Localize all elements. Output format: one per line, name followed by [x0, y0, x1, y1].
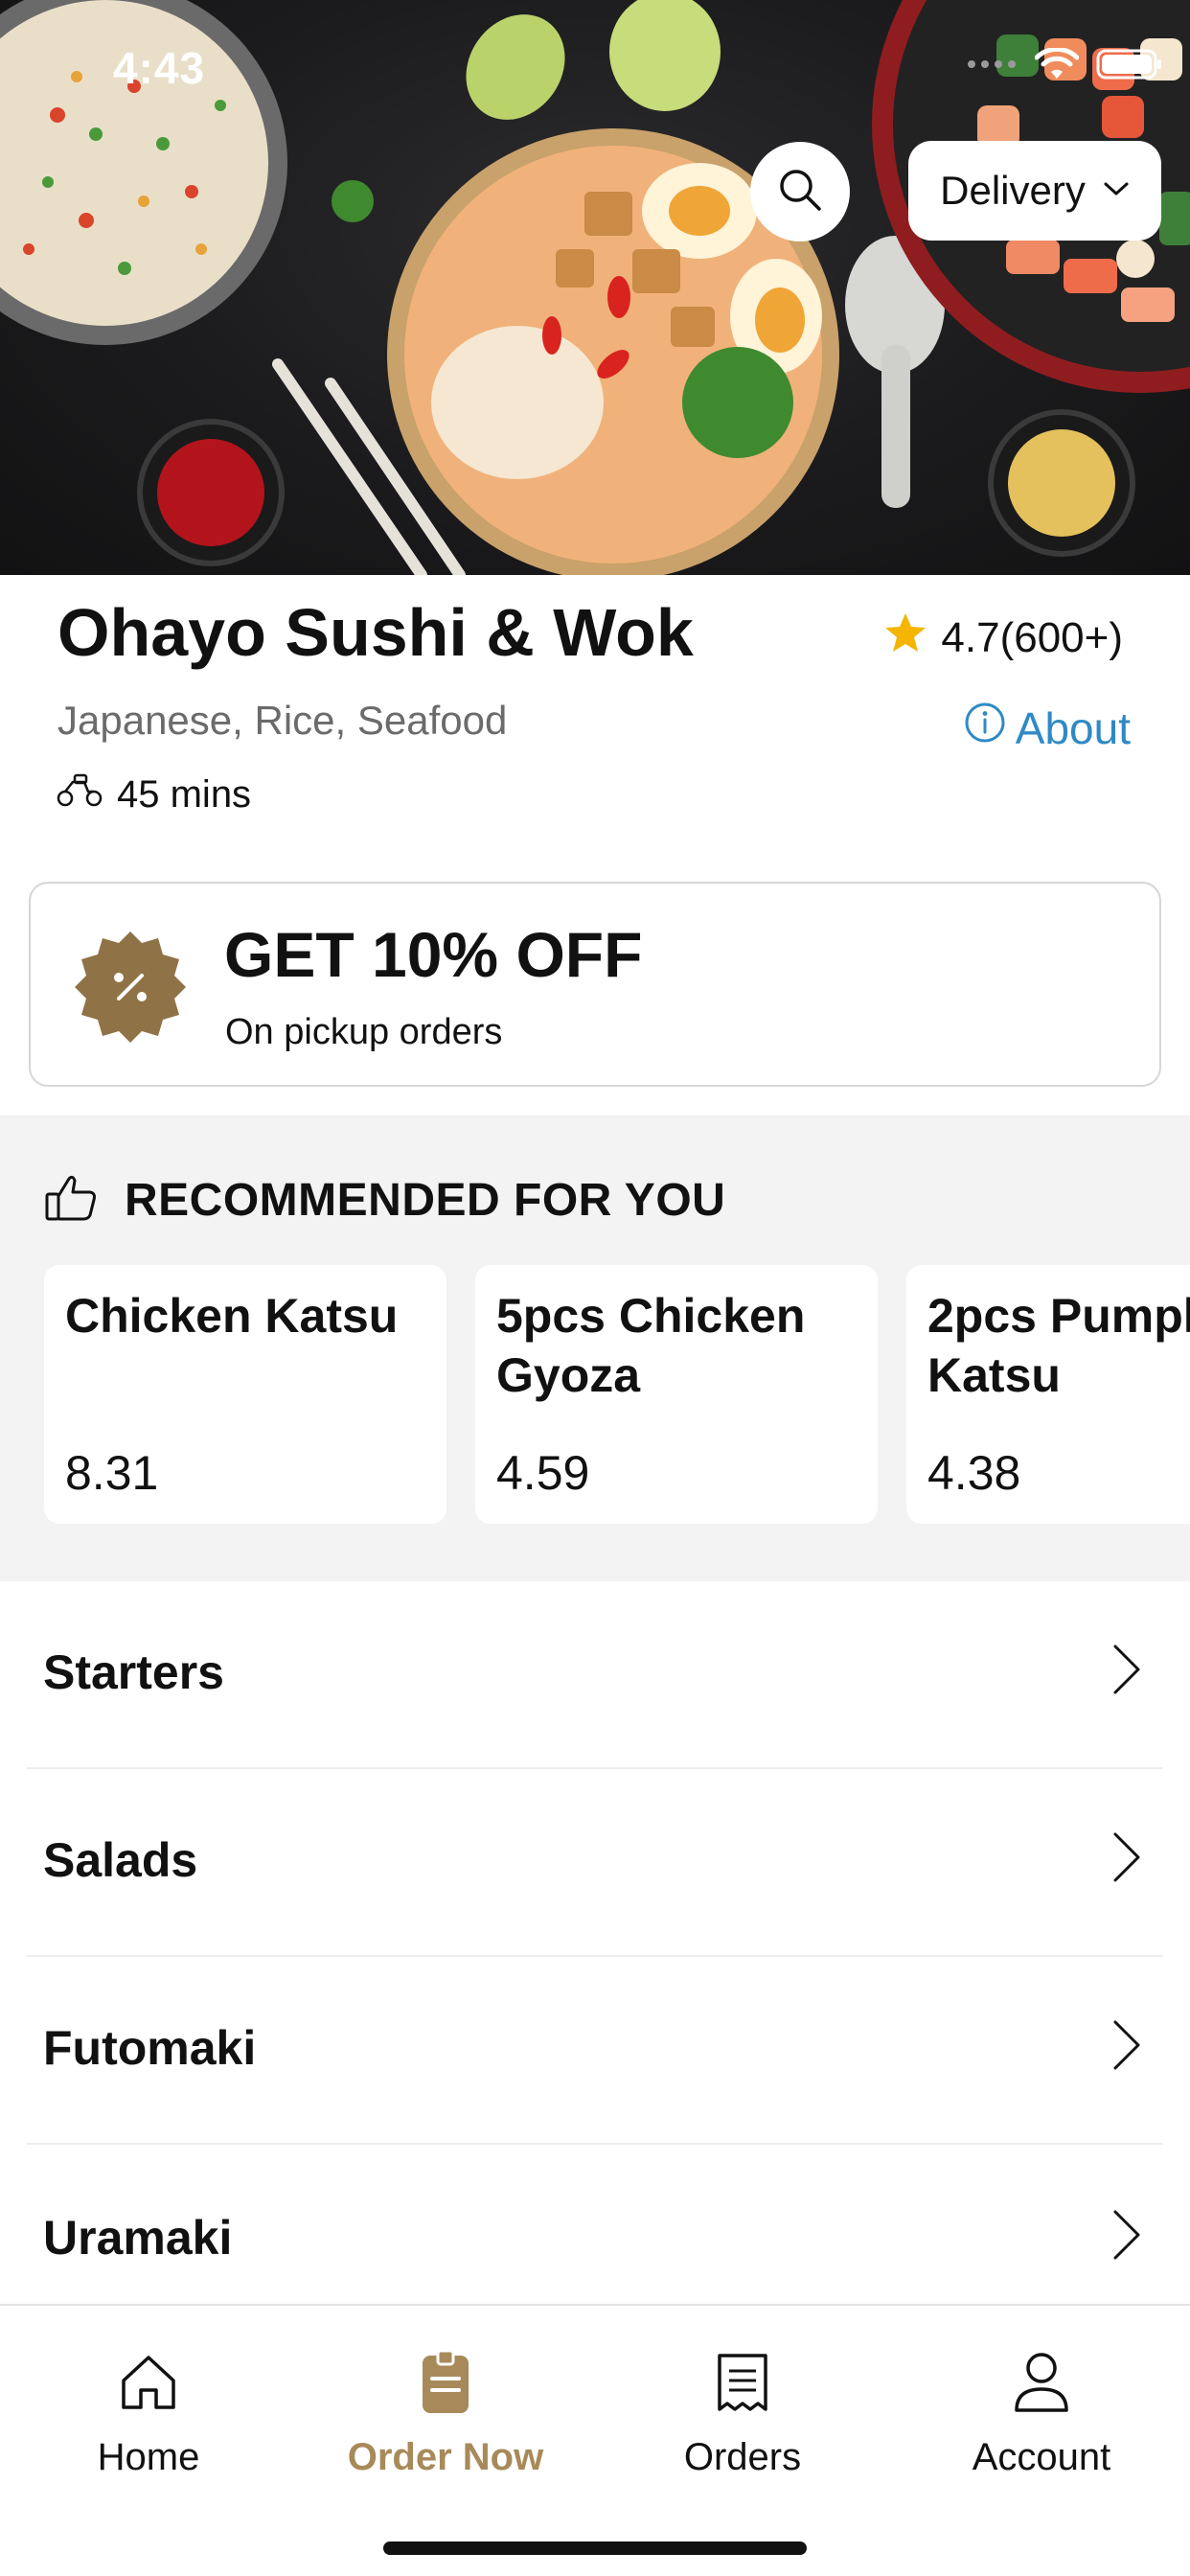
- recommended-item-name: 2pcs Pumpkin Katsu: [927, 1289, 1190, 1402]
- category-label: Salads: [43, 1833, 198, 1887]
- delivery-mode-select[interactable]: Delivery: [908, 141, 1161, 241]
- restaurant-name: Ohayo Sushi & Wok: [57, 595, 694, 670]
- restaurant-rating: 4.7(600+): [883, 611, 1123, 664]
- tab-bar: Home Order Now Orders Account: [0, 2304, 1190, 2576]
- eta-value: 45 mins: [117, 772, 252, 816]
- chevron-down-icon: [1103, 180, 1130, 202]
- recommended-item-name: Chicken Katsu: [65, 1289, 399, 1343]
- home-indicator: [383, 2542, 807, 2555]
- promo-card[interactable]: GET 10% OFF On pickup orders: [29, 882, 1161, 1087]
- scooter-icon: [56, 772, 103, 816]
- promo-title: GET 10% OFF: [224, 919, 643, 990]
- about-label: About: [1015, 702, 1131, 753]
- order-icon: [407, 2344, 484, 2421]
- discount-badge-icon: [71, 928, 190, 1046]
- rating-value: 4.7(600+): [941, 613, 1123, 661]
- promo-subtitle: On pickup orders: [225, 1012, 503, 1052]
- tab-account[interactable]: Account: [917, 2344, 1166, 2488]
- tab-label: Account: [972, 2436, 1111, 2478]
- info-icon: [964, 702, 1006, 754]
- restaurant-cuisines: Japanese, Rice, Seafood: [57, 698, 508, 743]
- home-icon: [110, 2344, 187, 2421]
- category-label: Futomaki: [43, 2021, 257, 2075]
- recommended-item[interactable]: 5pcs Chicken Gyoza 4.59: [475, 1265, 878, 1524]
- status-time: 4:43: [113, 43, 206, 93]
- category-label: Uramaki: [43, 2211, 233, 2265]
- search-button[interactable]: [750, 142, 850, 242]
- tab-label: Order Now: [347, 2436, 544, 2478]
- battery-icon: [1096, 48, 1163, 85]
- category-row-futomaki[interactable]: Futomaki: [0, 1957, 1190, 2145]
- tab-order-now[interactable]: Order Now: [321, 2344, 570, 2488]
- recommended-item[interactable]: 2pcs Pumpkin Katsu 4.38: [906, 1265, 1190, 1524]
- recommended-item-price: 4.38: [927, 1446, 1021, 1500]
- signal-icon: [966, 55, 1018, 79]
- receipt-icon: [704, 2344, 781, 2421]
- hero-banner: 4:43 Delivery: [0, 0, 1190, 575]
- about-link[interactable]: About: [964, 702, 1131, 754]
- recommended-title: RECOMMENDED FOR YOU: [125, 1175, 726, 1226]
- status-bar: 4:43: [0, 36, 1190, 94]
- chevron-right-icon: [1113, 2020, 1140, 2070]
- chevron-right-icon: [1113, 1832, 1140, 1882]
- category-label: Starters: [43, 1645, 224, 1699]
- recommended-item-price: 4.59: [496, 1446, 590, 1500]
- recommended-header: RECOMMENDED FOR YOU: [44, 1173, 725, 1228]
- thumbs-up-icon: [44, 1173, 98, 1228]
- chevron-right-icon: [1113, 2210, 1140, 2260]
- recommended-section: RECOMMENDED FOR YOU Chicken Katsu 8.31 5…: [0, 1116, 1190, 1581]
- tab-orders[interactable]: Orders: [618, 2344, 867, 2488]
- chevron-right-icon: [1113, 1644, 1140, 1694]
- tab-label: Orders: [683, 2436, 802, 2478]
- divider: [27, 2143, 1163, 2145]
- search-icon: [776, 166, 824, 218]
- star-icon: [883, 611, 927, 664]
- recommended-item[interactable]: Chicken Katsu 8.31: [44, 1265, 446, 1524]
- tab-label: Home: [97, 2436, 200, 2478]
- category-row-salads[interactable]: Salads: [0, 1769, 1190, 1957]
- delivery-eta: 45 mins: [56, 772, 251, 816]
- wifi-icon: [1034, 46, 1080, 85]
- tab-home[interactable]: Home: [24, 2344, 273, 2488]
- recommended-item-price: 8.31: [65, 1446, 159, 1500]
- person-icon: [1003, 2344, 1080, 2421]
- delivery-mode-label: Delivery: [940, 168, 1086, 213]
- category-row-starters[interactable]: Starters: [0, 1581, 1190, 1769]
- recommended-item-name: 5pcs Chicken Gyoza: [496, 1289, 806, 1402]
- status-indicators: [966, 46, 1163, 85]
